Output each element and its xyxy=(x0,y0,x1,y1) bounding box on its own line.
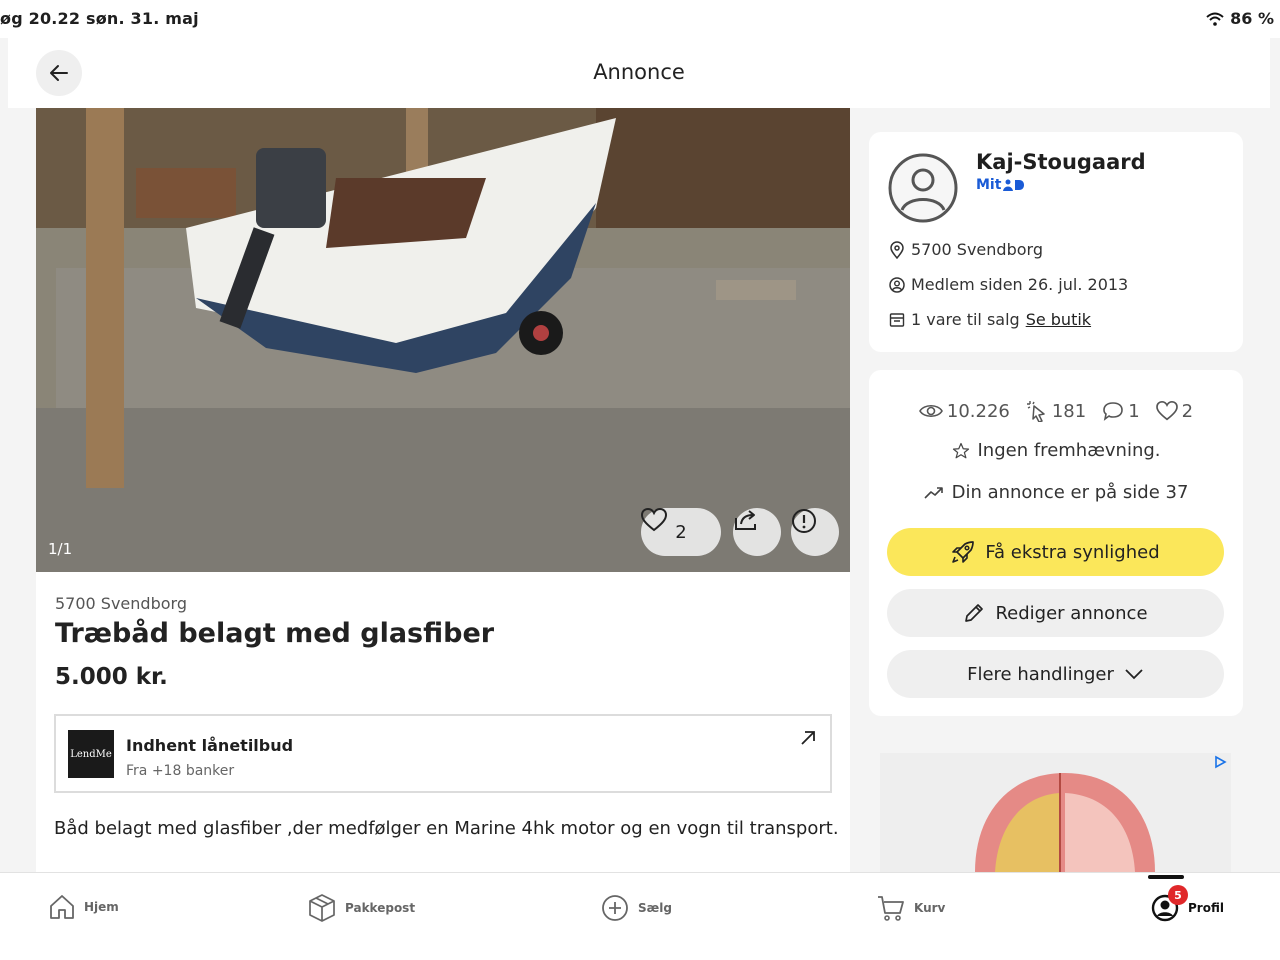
favorite-button[interactable]: 2 xyxy=(641,508,721,556)
more-actions-button[interactable]: Flere handlinger xyxy=(887,650,1224,698)
tab-parcel[interactable]: Pakkepost xyxy=(307,893,415,923)
profile-notification-badge: 5 xyxy=(1168,885,1188,905)
listing-stats-card: 10.226 181 1 2 Ingen fremhævning. Din an… xyxy=(869,370,1243,716)
promotion-text: Ingen fremhævning. xyxy=(977,440,1161,461)
favorites-count: 2 xyxy=(1181,400,1194,422)
seller-location-row: 5700 Svendborg xyxy=(889,240,1043,259)
boost-button[interactable]: Få ekstra synlighed xyxy=(887,528,1224,576)
alert-circle-icon xyxy=(792,509,816,533)
items-for-sale-row: 1 vare til salg Se butik xyxy=(889,310,1091,329)
report-button[interactable] xyxy=(791,508,839,556)
seller-location: 5700 Svendborg xyxy=(911,240,1043,259)
status-time-date: øg 20.22 søn. 31. maj xyxy=(0,9,199,28)
lendme-logo: LendMe xyxy=(68,730,114,778)
image-counter: 1/1 xyxy=(48,540,73,558)
user-avatar-icon[interactable] xyxy=(887,152,959,224)
top-bar: Annonce xyxy=(8,38,1270,108)
listing-description: Båd belagt med glasfiber ,der medfølger … xyxy=(54,818,839,839)
advertisement-banner[interactable] xyxy=(880,753,1231,872)
battery-level: 86 % xyxy=(1230,9,1274,28)
stats-row: 10.226 181 1 2 xyxy=(869,400,1243,422)
profile-icon-wrapper: 5 xyxy=(1150,885,1188,923)
promotion-status: Ingen fremhævning. xyxy=(869,440,1243,461)
rocket-icon xyxy=(952,541,975,563)
mitid-badge: Mit xyxy=(976,177,1025,193)
edit-label: Rediger annonce xyxy=(995,602,1148,624)
loan-offer-card[interactable]: LendMe Indhent lånetilbud Fra +18 banker xyxy=(54,714,832,793)
items-for-sale: 1 vare til salg xyxy=(911,310,1020,329)
heart-icon xyxy=(1155,401,1178,421)
seller-name[interactable]: Kaj-Stougaard xyxy=(976,150,1146,174)
trending-up-icon xyxy=(924,486,943,499)
chat-bubble-icon xyxy=(1103,402,1124,421)
messages-count: 1 xyxy=(1128,400,1140,422)
cart-icon xyxy=(878,896,904,921)
chevron-down-icon xyxy=(1125,669,1143,680)
status-bar: øg 20.22 søn. 31. maj 86 % xyxy=(0,0,1280,38)
adchoices-icon[interactable] xyxy=(1213,755,1227,769)
favorites-stat: 2 xyxy=(1155,400,1194,422)
see-shop-link[interactable]: Se butik xyxy=(1026,310,1091,329)
tab-profile[interactable]: 5 Profil xyxy=(1150,885,1224,923)
share-button[interactable] xyxy=(733,508,781,556)
mitid-label: Mit xyxy=(976,177,1002,193)
ad-illustration xyxy=(880,753,1231,872)
clicks-stat: 181 xyxy=(1026,400,1086,422)
listing-position: Din annonce er på side 37 xyxy=(869,482,1243,503)
member-since: Medlem siden 26. jul. 2013 xyxy=(911,275,1129,294)
listing-photo[interactable]: 1/1 2 xyxy=(36,108,850,572)
tab-cart[interactable]: Kurv xyxy=(876,893,945,923)
tab-cart-label: Kurv xyxy=(914,901,946,915)
clicks-count: 181 xyxy=(1051,400,1087,422)
shop-icon xyxy=(889,312,905,327)
external-arrow-icon xyxy=(801,731,815,745)
more-label: Flere handlinger xyxy=(967,663,1114,685)
views-count: 10.226 xyxy=(946,400,1010,422)
listing-title: Træbåd belagt med glasfiber xyxy=(55,618,495,649)
tab-parcel-label: Pakkepost xyxy=(345,901,416,915)
position-text: Din annonce er på side 37 xyxy=(951,482,1189,503)
seller-card: Kaj-Stougaard Mit 5700 Svendborg Medlem … xyxy=(869,132,1243,352)
member-icon xyxy=(889,276,905,293)
tab-sell[interactable]: Sælg xyxy=(600,893,672,923)
tab-home[interactable]: Hjem xyxy=(48,893,119,921)
bottom-tab-bar: Hjem Pakkepost Sælg Kurv 5 Profil xyxy=(0,872,1280,960)
share-icon xyxy=(735,510,756,530)
active-tab-indicator xyxy=(1148,875,1184,879)
eye-icon xyxy=(918,404,943,418)
boost-label: Få ekstra synlighed xyxy=(985,541,1160,563)
listing-panel: 1/1 2 5700 Svendborg Træbåd belagt med g… xyxy=(36,108,850,872)
listing-location: 5700 Svendborg xyxy=(55,594,187,613)
messages-stat: 1 xyxy=(1102,400,1140,422)
package-icon xyxy=(309,894,335,922)
views-stat: 10.226 xyxy=(918,400,1010,422)
loan-subtitle: Fra +18 banker xyxy=(126,763,235,779)
listing-price: 5.000 kr. xyxy=(55,664,168,690)
location-pin-icon xyxy=(890,240,904,259)
favorite-count: 2 xyxy=(675,521,687,543)
tab-profile-label: Profil xyxy=(1188,901,1224,915)
cursor-click-icon xyxy=(1026,401,1045,422)
loan-title: Indhent lånetilbud xyxy=(126,736,294,755)
member-since-row: Medlem siden 26. jul. 2013 xyxy=(889,275,1128,294)
wifi-icon xyxy=(1206,12,1224,26)
pencil-icon xyxy=(965,604,984,622)
heart-icon xyxy=(641,508,667,532)
tab-sell-label: Sælg xyxy=(638,901,672,915)
edit-listing-button[interactable]: Rediger annonce xyxy=(887,589,1224,637)
mitid-icon xyxy=(1003,179,1025,191)
home-icon xyxy=(50,895,74,919)
star-icon xyxy=(952,442,969,458)
plus-circle-icon xyxy=(602,895,628,921)
tab-home-label: Hjem xyxy=(84,900,119,914)
boat-photo-illustration xyxy=(36,108,850,572)
page-title: Annonce xyxy=(593,60,685,84)
